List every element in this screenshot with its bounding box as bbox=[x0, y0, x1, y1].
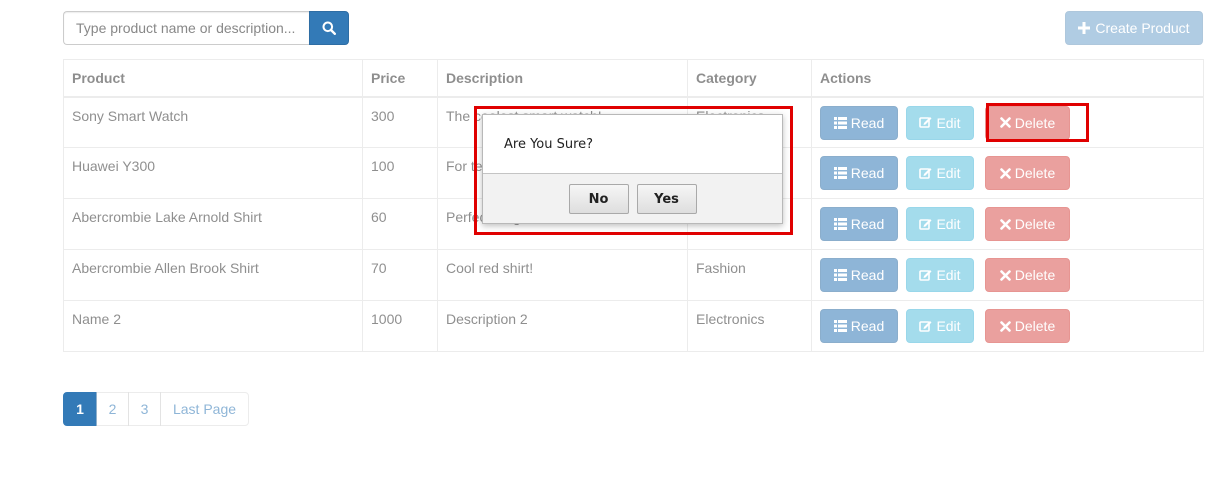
edit-button[interactable]: Edit bbox=[906, 156, 974, 190]
dialog-message: Are You Sure? bbox=[483, 115, 782, 174]
create-product-label: Create Product bbox=[1095, 20, 1190, 36]
read-label: Read bbox=[850, 114, 885, 131]
edit-icon bbox=[919, 167, 932, 179]
header-price: Price bbox=[362, 59, 438, 98]
dialog-yes-button[interactable]: Yes bbox=[636, 184, 697, 214]
read-button[interactable]: Read bbox=[820, 156, 898, 190]
page-link-last[interactable]: Last Page bbox=[160, 392, 249, 426]
list-icon bbox=[833, 218, 847, 230]
read-label: Read bbox=[850, 216, 885, 232]
edit-button[interactable]: Edit bbox=[906, 207, 974, 241]
delete-label: Delete bbox=[1014, 318, 1056, 334]
delete-label: Delete bbox=[1014, 165, 1056, 181]
close-icon bbox=[999, 320, 1011, 332]
pagination: 1 2 3 Last Page bbox=[63, 392, 249, 426]
cell-description: Description 2 bbox=[437, 300, 688, 352]
page-link-2[interactable]: 2 bbox=[96, 392, 129, 426]
read-button[interactable]: Read bbox=[820, 207, 898, 241]
edit-icon bbox=[919, 218, 932, 230]
read-button[interactable]: Read bbox=[820, 309, 898, 343]
edit-button[interactable]: Edit bbox=[906, 309, 974, 343]
edit-button[interactable]: Edit bbox=[906, 258, 974, 292]
list-icon bbox=[833, 167, 847, 179]
header-description: Description bbox=[437, 59, 688, 98]
cell-actions: Read Edit Delete bbox=[811, 300, 1204, 352]
header-product: Product bbox=[63, 59, 363, 98]
page-link-1[interactable]: 1 bbox=[63, 392, 97, 426]
search-input[interactable] bbox=[63, 11, 309, 45]
edit-button[interactable]: Edit bbox=[906, 105, 974, 140]
product-list-page: Create Product Product Price Description… bbox=[0, 0, 1228, 485]
delete-label: Delete bbox=[1014, 267, 1056, 283]
delete-button[interactable]: Delete bbox=[985, 309, 1070, 343]
cell-price: 60 bbox=[362, 198, 438, 250]
header-actions: Actions bbox=[811, 59, 1204, 98]
cell-product: Sony Smart Watch bbox=[63, 96, 363, 148]
search-icon bbox=[322, 21, 336, 35]
delete-label: Delete bbox=[1014, 216, 1056, 232]
cell-product: Name 2 bbox=[63, 300, 363, 352]
edit-label: Edit bbox=[936, 165, 961, 181]
edit-label: Edit bbox=[936, 318, 961, 334]
edit-icon bbox=[919, 117, 932, 128]
table-row: Name 2 1000 Description 2 Electronics Read Ed… bbox=[63, 300, 1204, 352]
edit-label: Edit bbox=[936, 114, 961, 131]
cell-description: Cool red shirt! bbox=[437, 249, 688, 301]
cell-price: 70 bbox=[362, 249, 438, 301]
list-icon bbox=[833, 320, 847, 332]
edit-label: Edit bbox=[936, 216, 961, 232]
close-icon bbox=[999, 269, 1011, 281]
confirm-dialog: Are You Sure? No Yes bbox=[482, 114, 783, 224]
header-category: Category bbox=[687, 59, 812, 98]
cell-product: Abercrombie Lake Arnold Shirt bbox=[63, 198, 363, 250]
plus-icon bbox=[1078, 22, 1091, 34]
edit-icon bbox=[919, 320, 932, 332]
search-button[interactable] bbox=[309, 11, 349, 45]
close-icon bbox=[999, 117, 1011, 128]
dialog-footer: No Yes bbox=[483, 174, 782, 214]
cell-product: Huawei Y300 bbox=[63, 147, 363, 199]
edit-icon bbox=[919, 269, 932, 281]
cell-category: Electronics bbox=[687, 300, 812, 352]
delete-button[interactable]: Delete bbox=[985, 105, 1070, 140]
cell-actions: Read Edit Delete bbox=[811, 96, 1204, 148]
cell-category: Fashion bbox=[687, 249, 812, 301]
edit-label: Edit bbox=[936, 267, 961, 283]
cell-product: Abercrombie Allen Brook Shirt bbox=[63, 249, 363, 301]
read-label: Read bbox=[850, 318, 885, 334]
delete-button[interactable]: Delete bbox=[985, 156, 1070, 190]
delete-button[interactable]: Delete bbox=[985, 207, 1070, 241]
dialog-no-button[interactable]: No bbox=[568, 184, 629, 214]
cell-price: 1000 bbox=[362, 300, 438, 352]
cell-price: 300 bbox=[362, 96, 438, 148]
read-button[interactable]: Read bbox=[820, 105, 898, 140]
read-button[interactable]: Read bbox=[820, 258, 898, 292]
read-label: Read bbox=[850, 267, 885, 283]
cell-actions: Read Edit Delete bbox=[811, 198, 1204, 250]
page-link-3[interactable]: 3 bbox=[128, 392, 161, 426]
list-icon bbox=[833, 116, 847, 129]
cell-actions: Read Edit Delete bbox=[811, 249, 1204, 301]
close-icon bbox=[999, 167, 1011, 179]
table-row: Abercrombie Allen Brook Shirt 70 Cool red … bbox=[63, 249, 1204, 301]
search-group bbox=[63, 11, 349, 45]
table-header-row: Product Price Description Category Actio… bbox=[63, 59, 1204, 98]
close-icon bbox=[999, 218, 1011, 230]
delete-button[interactable]: Delete bbox=[985, 258, 1070, 292]
create-product-button[interactable]: Create Product bbox=[1065, 11, 1203, 45]
cell-actions: Read Edit Delete bbox=[811, 147, 1204, 199]
read-label: Read bbox=[850, 165, 885, 181]
list-icon bbox=[833, 269, 847, 281]
cell-price: 100 bbox=[362, 147, 438, 199]
delete-label: Delete bbox=[1014, 114, 1056, 131]
